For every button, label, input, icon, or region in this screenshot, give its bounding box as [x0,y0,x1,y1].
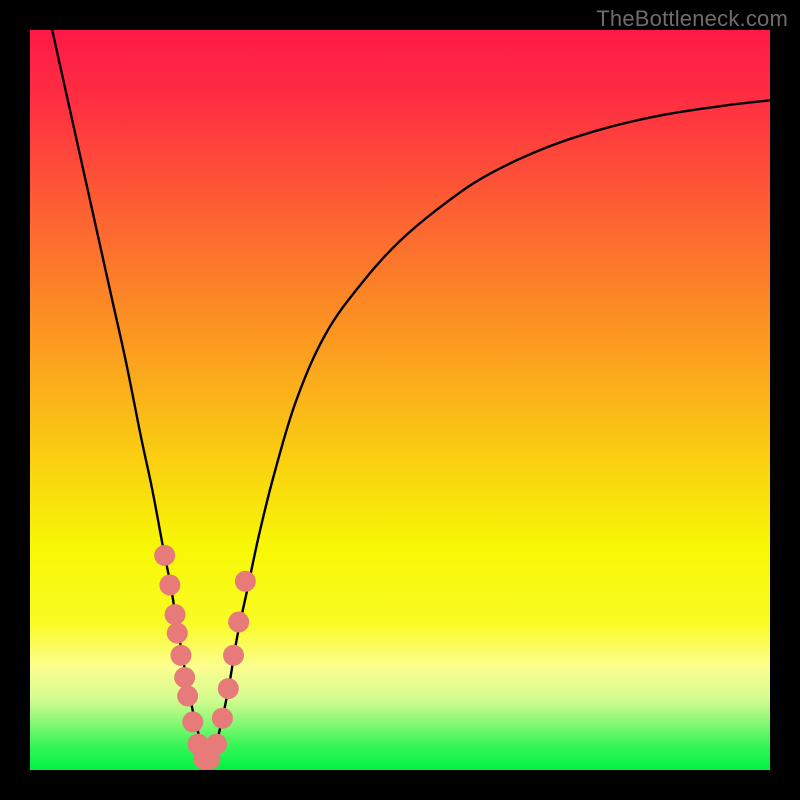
highlight-dot [228,611,249,632]
plot-area [30,30,770,770]
watermark-text: TheBottleneck.com [596,6,788,32]
dots-group [154,545,256,770]
highlight-dot [212,708,233,729]
highlight-dot [167,623,188,644]
highlight-dot [174,667,195,688]
highlight-dot [235,571,256,592]
highlight-dot [165,604,186,625]
highlight-dot [170,645,191,666]
highlight-dot [177,685,198,706]
highlight-dot [223,645,244,666]
curves-layer [30,30,770,770]
highlight-dot [159,574,180,595]
highlight-dot [218,678,239,699]
highlight-dot [154,545,175,566]
highlight-dot [206,734,227,755]
highlight-dot [182,711,203,732]
curve-right [208,100,770,766]
chart-frame: TheBottleneck.com [0,0,800,800]
